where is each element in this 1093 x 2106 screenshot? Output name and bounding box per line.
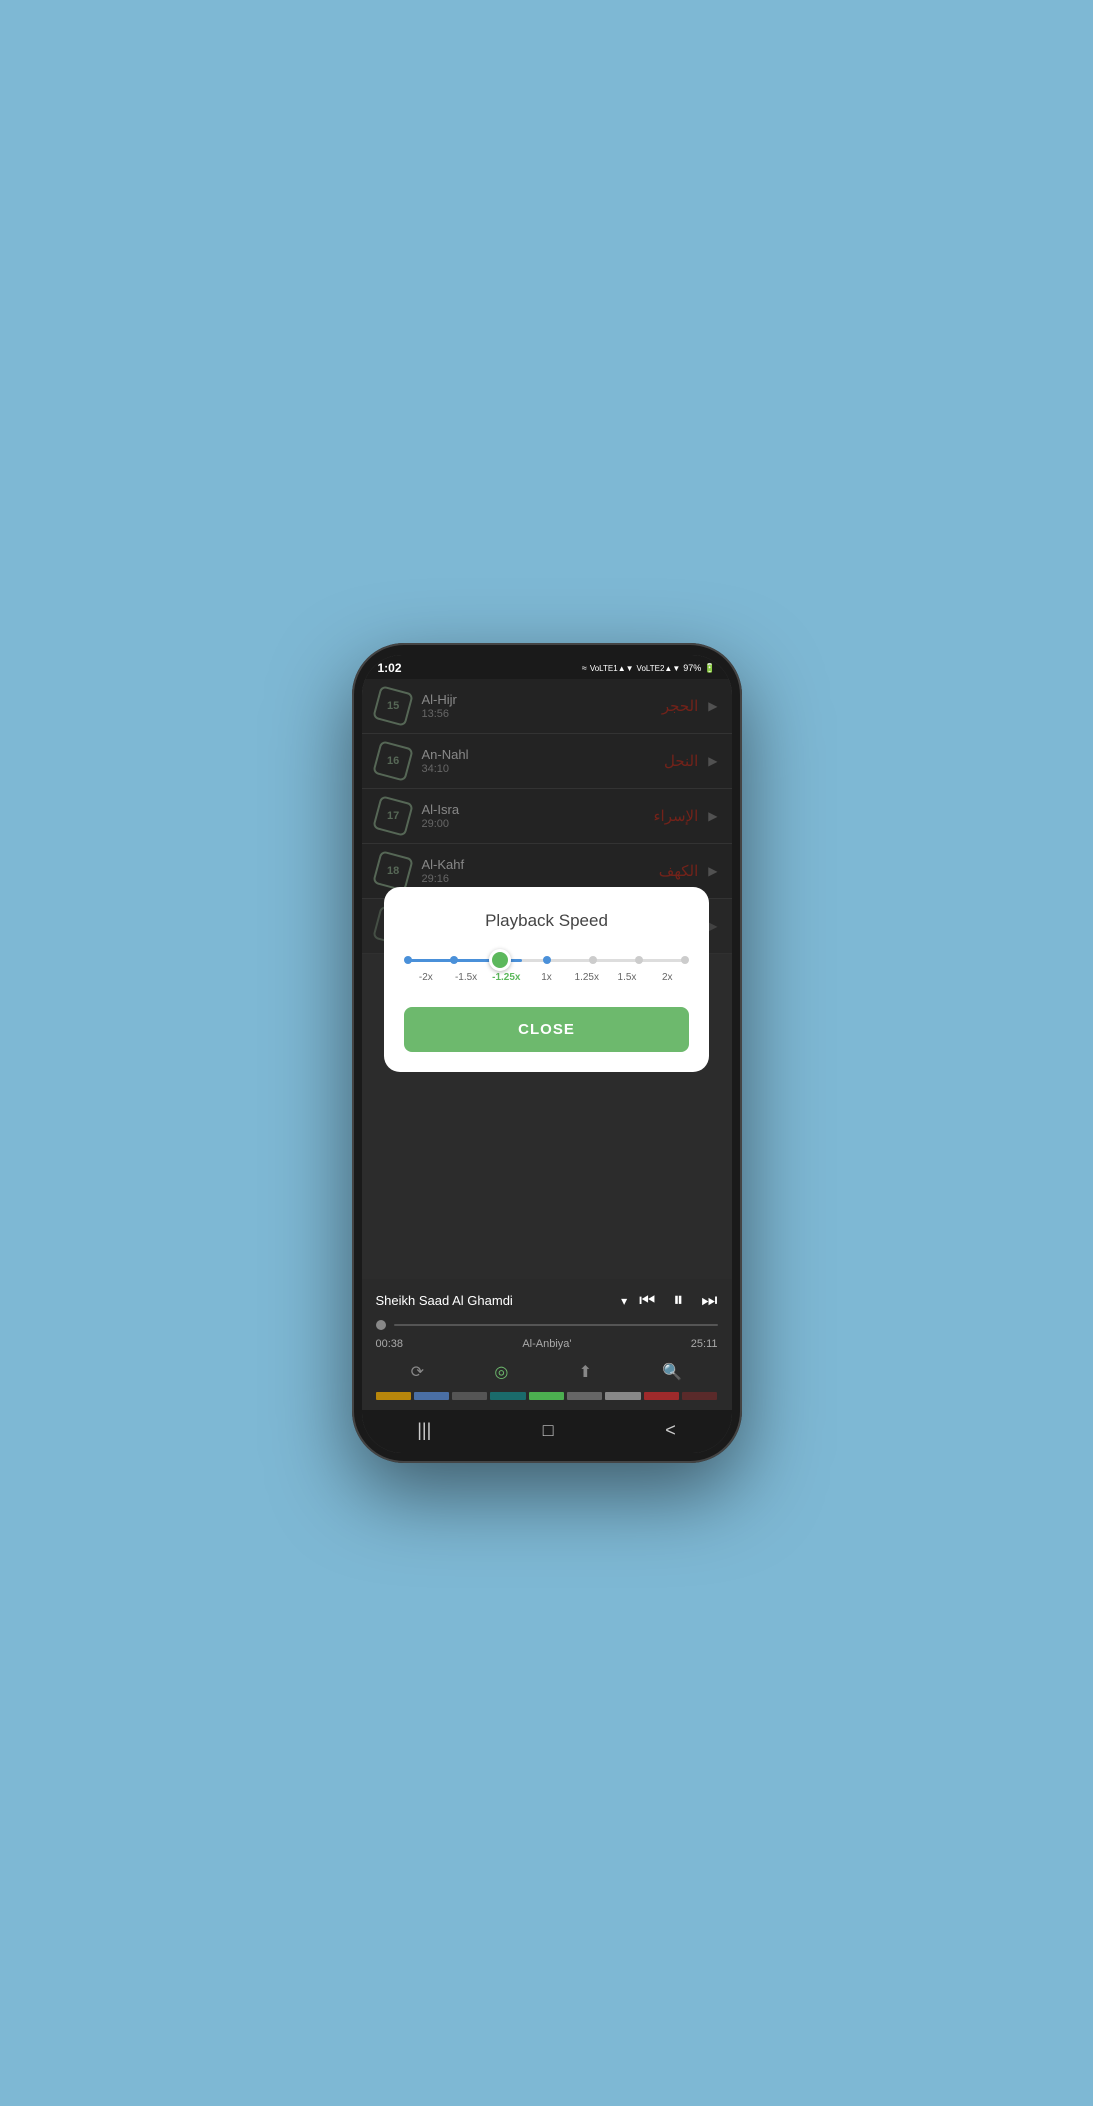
- progress-thumb[interactable]: [376, 1320, 386, 1330]
- slider-labels: -2x -1.5x -1.25x 1x 1.25x 1.5x 2x: [404, 972, 690, 983]
- phone-device: 1:02 ≈ VoLTE1▲▼ VoLTE2▲▼ 97% 🔋 15 Al-Hij: [352, 643, 742, 1463]
- back-button[interactable]: <: [665, 1420, 676, 1441]
- dialog-overlay: Playback Speed: [362, 679, 732, 1279]
- dot-2x: [681, 956, 689, 964]
- main-content: 15 Al-Hijr 13:56 الحجر ▶ 16 An-Nahl: [362, 679, 732, 1453]
- player-action-row: ⟳ ◎ ⬆ 🔍: [376, 1358, 718, 1386]
- label-n2x: -2x: [406, 972, 446, 983]
- player-controls: ⏮ ⏸ ⏭: [639, 1289, 717, 1312]
- time-elapsed: 00:38: [376, 1338, 404, 1350]
- label-n125x: -1.25x: [486, 972, 526, 983]
- home-button[interactable]: □: [543, 1420, 554, 1441]
- swatches: [376, 1392, 718, 1400]
- dialog-title: Playback Speed: [404, 911, 690, 931]
- close-button[interactable]: CLOSE: [404, 1007, 690, 1052]
- dot-n2x: [404, 956, 412, 964]
- swatch-8: [644, 1392, 679, 1400]
- swatch-1: [376, 1392, 411, 1400]
- bottom-player: Sheikh Saad Al Ghamdi ▾ ⏮ ⏸ ⏭: [362, 1279, 732, 1410]
- swatch-3: [452, 1392, 487, 1400]
- status-bar: 1:02 ≈ VoLTE1▲▼ VoLTE2▲▼ 97% 🔋: [362, 655, 732, 679]
- playback-speed-dialog: Playback Speed: [384, 887, 710, 1072]
- reciter-dropdown-icon[interactable]: ▾: [621, 1294, 627, 1308]
- progress-section: [376, 1320, 718, 1330]
- status-icons: ≈ VoLTE1▲▼ VoLTE2▲▼ 97% 🔋: [582, 663, 716, 674]
- label-1x: 1x: [526, 972, 566, 983]
- pause-button[interactable]: ⏸: [673, 1289, 683, 1312]
- label-125x: 1.25x: [567, 972, 607, 983]
- slider-thumb[interactable]: [489, 949, 511, 971]
- repeat-icon[interactable]: ⟳: [411, 1362, 424, 1382]
- signal-icon: VoLTE1▲▼: [590, 664, 634, 673]
- track-info: 00:38 Al-Anbiya' 25:11: [376, 1338, 718, 1350]
- nav-bar: ||| □ <: [362, 1410, 732, 1453]
- next-track-button[interactable]: ⏭: [701, 1290, 717, 1311]
- dot-n15x: [450, 956, 458, 964]
- wifi-icon: ≈: [582, 663, 587, 673]
- slider-track: [408, 959, 686, 962]
- swatch-6: [567, 1392, 602, 1400]
- swatch-9: [682, 1392, 717, 1400]
- prev-track-button[interactable]: ⏮: [639, 1290, 655, 1311]
- label-n15x: -1.5x: [446, 972, 486, 983]
- speed-slider-container[interactable]: [404, 959, 690, 962]
- swatch-4: [490, 1392, 525, 1400]
- time-total: 25:11: [691, 1338, 718, 1350]
- track-name: Al-Anbiya': [522, 1338, 571, 1350]
- label-15x: 1.5x: [607, 972, 647, 983]
- swatch-5: [529, 1392, 564, 1400]
- status-time: 1:02: [378, 661, 402, 675]
- progress-bar[interactable]: [394, 1324, 718, 1326]
- swatch-7: [605, 1392, 640, 1400]
- recents-button[interactable]: |||: [417, 1420, 431, 1441]
- surah-list: 15 Al-Hijr 13:56 الحجر ▶ 16 An-Nahl: [362, 679, 732, 1279]
- dot-1x: [543, 956, 551, 964]
- player-top-row: Sheikh Saad Al Ghamdi ▾ ⏮ ⏸ ⏭: [376, 1289, 718, 1312]
- dot-15x: [635, 956, 643, 964]
- dot-125x: [589, 956, 597, 964]
- label-2x: 2x: [647, 972, 687, 983]
- signal2-icon: VoLTE2▲▼: [637, 664, 681, 673]
- phone-screen: 1:02 ≈ VoLTE1▲▼ VoLTE2▲▼ 97% 🔋 15 Al-Hij: [362, 655, 732, 1453]
- reciter-name: Sheikh Saad Al Ghamdi: [376, 1293, 513, 1308]
- battery-icon: 🔋: [704, 663, 715, 674]
- battery-text: 97%: [683, 663, 701, 673]
- search-icon[interactable]: 🔍: [662, 1362, 682, 1382]
- swatch-2: [414, 1392, 449, 1400]
- speed-icon[interactable]: ◎: [494, 1362, 508, 1382]
- share-icon[interactable]: ⬆: [579, 1362, 592, 1382]
